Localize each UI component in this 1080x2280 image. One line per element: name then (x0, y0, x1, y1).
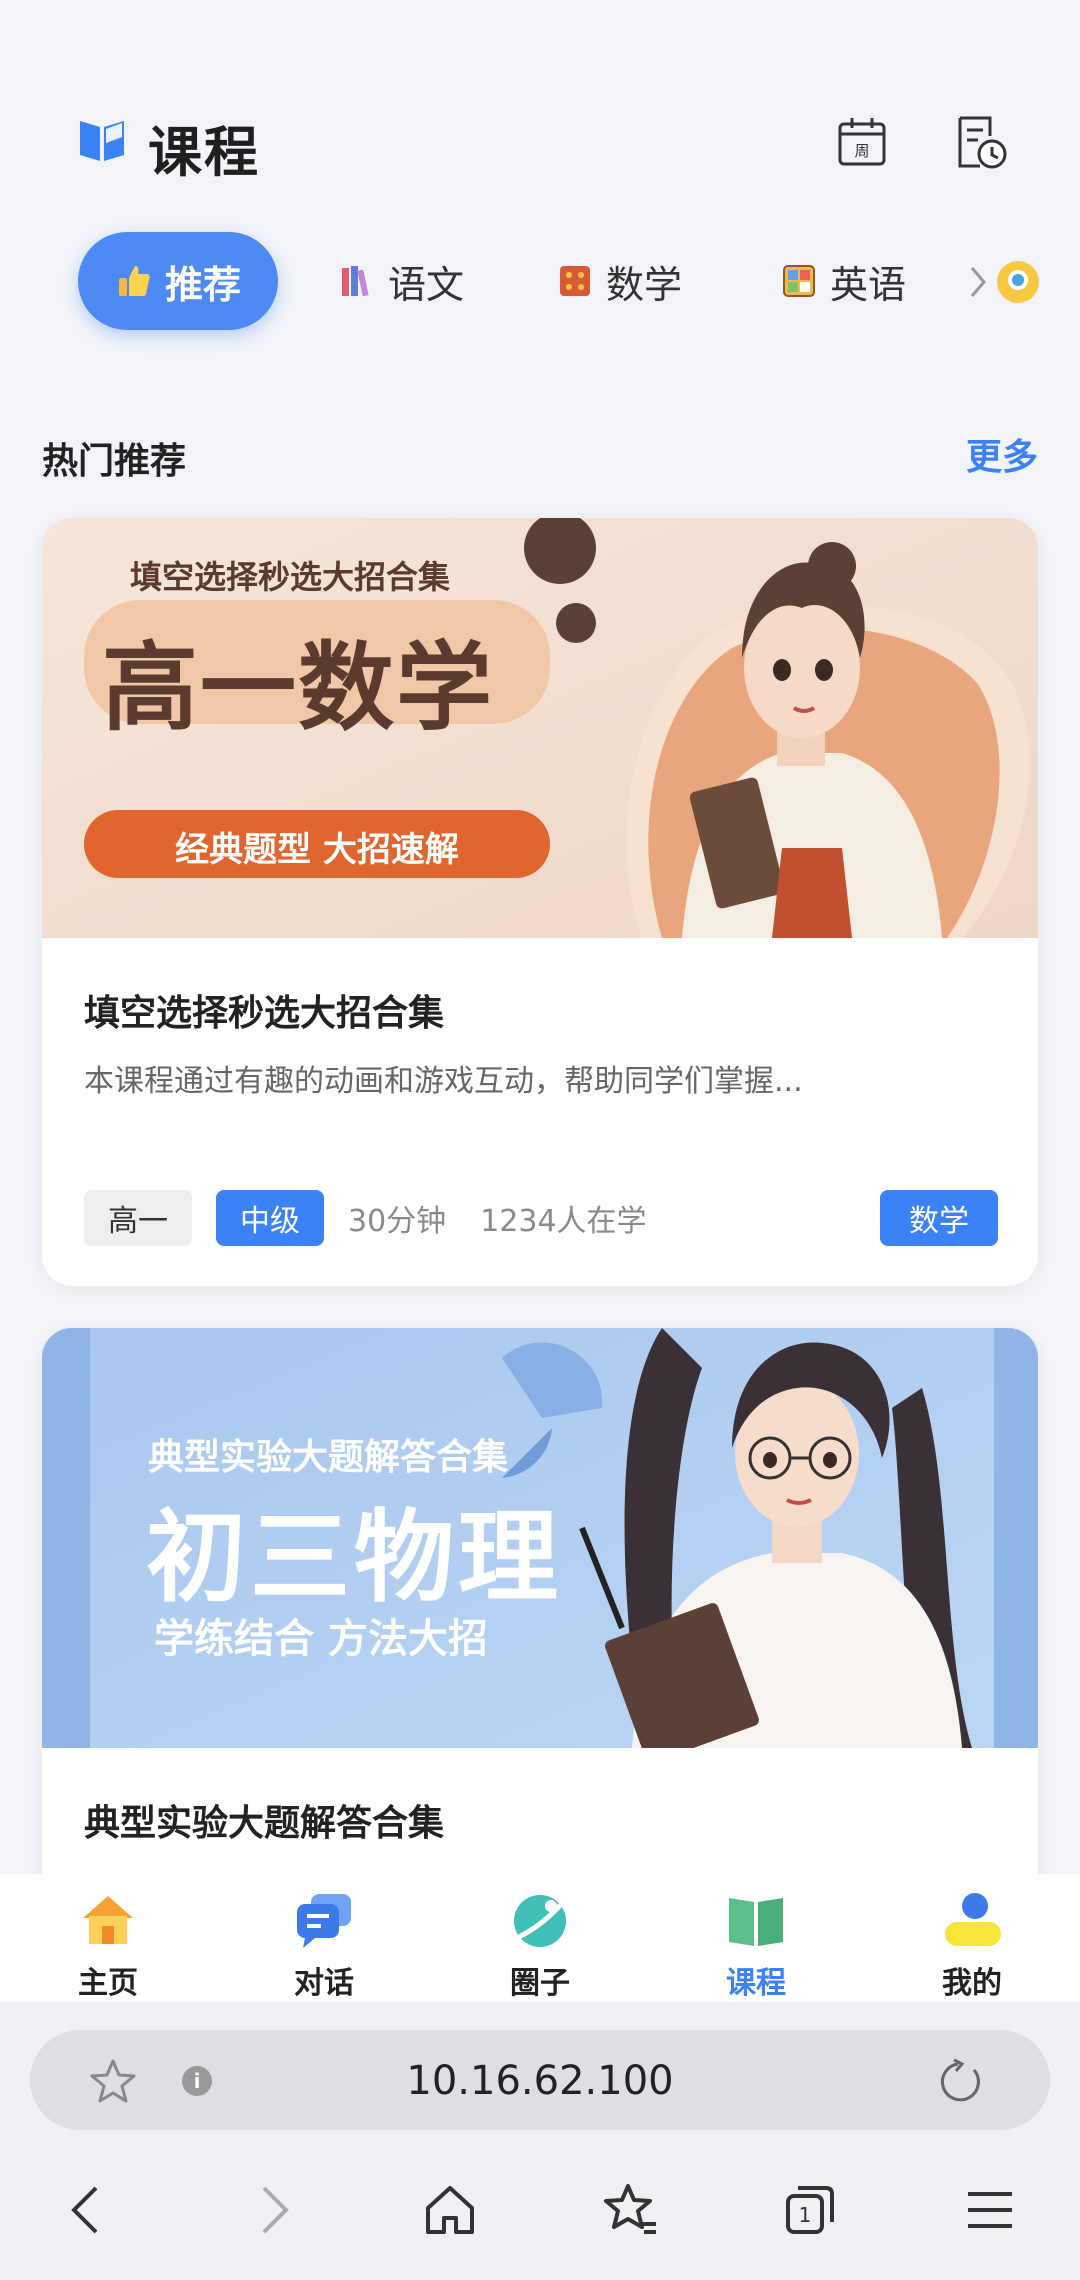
chevron-right-icon[interactable] (966, 262, 990, 302)
app-header: 课程 周 (0, 0, 1080, 210)
banner-pill: 经典题型 大招速解 (175, 830, 459, 870)
weekly-calendar-icon[interactable]: 周 (832, 112, 892, 172)
svg-text:1: 1 (799, 2203, 812, 2227)
tab-label: 推荐 (164, 262, 241, 307)
course-description: 本课程通过有趣的动画和游戏互动，帮助同学们掌握... (84, 1064, 803, 1099)
tab-math[interactable]: 数学 (556, 232, 682, 330)
nav-item-chat[interactable]: 对话 (216, 1874, 432, 2002)
tabs-icon[interactable]: 1 (780, 2180, 840, 2240)
bottom-navigation: 主页 对话 圈子 课程 我的 (0, 1874, 1080, 2002)
planet-icon (514, 1895, 567, 1947)
abacus-icon (560, 266, 590, 296)
subject-tag: 数学 (880, 1190, 998, 1246)
nav-item-profile[interactable]: 我的 (864, 1874, 1080, 2002)
chat-icon (297, 1894, 351, 1948)
home-icon (83, 1896, 133, 1944)
nav-label: 对话 (294, 1966, 354, 2001)
subject-tabs: 推荐 语文 数学 英语 (0, 232, 1080, 332)
nav-label: 主页 (78, 1966, 138, 2001)
menu-icon[interactable] (960, 2180, 1020, 2240)
course-banner: 填空选择秒选大招合集 高一数学 经典题型 大招速解 (42, 518, 1038, 938)
course-banner: 典型实验大题解答合集 初三物理 学练结合 方法大招 (42, 1328, 1038, 1748)
history-icon[interactable] (950, 112, 1010, 172)
nav-item-community[interactable]: 圈子 (432, 1874, 648, 2002)
page-title: 课程 (148, 121, 260, 184)
section-title: 热门推荐 (42, 441, 187, 482)
book-icon (729, 1898, 783, 1946)
browser-chrome: i 10.16.62.100 1 (0, 2002, 1080, 2280)
level-tag: 中级 (216, 1190, 324, 1246)
course-card[interactable]: 典型实验大题解答合集 初三物理 学练结合 方法大招 典型实验大题解答合集 本课程… (42, 1328, 1038, 1928)
banner-headline: 高一数学 (102, 632, 494, 744)
home-browser-icon[interactable] (420, 2180, 480, 2240)
back-icon[interactable] (58, 2180, 118, 2240)
duration-text: 30分钟 (348, 1204, 447, 1239)
forward-icon[interactable] (242, 2180, 302, 2240)
tab-label: 语文 (388, 262, 465, 307)
grade-tag: 高一 (84, 1190, 192, 1246)
course-meta: 高一 中级 30分钟 1234人在学 (84, 1190, 681, 1246)
thumbs-up-icon (118, 266, 150, 296)
banner-headline: 初三物理 (146, 1499, 562, 1616)
tab-english[interactable]: 英语 (780, 232, 906, 330)
course-title: 填空选择秒选大招合集 (84, 993, 445, 1034)
tab-recommend[interactable]: 推荐 (78, 232, 278, 330)
course-logo-icon (80, 121, 124, 161)
nav-item-courses[interactable]: 课程 (648, 1874, 864, 2002)
svg-text:周: 周 (854, 142, 869, 160)
nav-label: 我的 (942, 1966, 1002, 2001)
url-text[interactable]: 10.16.62.100 (30, 2058, 1050, 2104)
nav-label: 课程 (726, 1966, 786, 2001)
address-bar[interactable]: i 10.16.62.100 (30, 2030, 1050, 2130)
banner-pill: 学练结合 方法大招 (154, 1616, 488, 1662)
course-title: 典型实验大题解答合集 (84, 1803, 445, 1844)
abc-blocks-icon (783, 265, 815, 297)
assistant-avatar-icon[interactable] (996, 260, 1040, 304)
profile-icon (945, 1893, 1001, 1946)
banner-subtitle: 典型实验大题解答合集 (148, 1437, 509, 1478)
more-link[interactable]: 更多 (966, 428, 1038, 480)
reload-icon[interactable] (936, 2056, 986, 2106)
course-card[interactable]: 填空选择秒选大招合集 高一数学 经典题型 大招速解 填空选择秒选大招合集 本课程… (42, 518, 1038, 1286)
books-icon (342, 266, 369, 297)
nav-item-home[interactable]: 主页 (0, 1874, 216, 2002)
tab-label: 英语 (830, 262, 907, 307)
nav-label: 圈子 (510, 1966, 570, 2001)
tab-chinese[interactable]: 语文 (338, 232, 464, 330)
bookmarks-icon[interactable] (600, 2180, 660, 2240)
banner-subtitle: 填空选择秒选大招合集 (130, 558, 451, 596)
tab-label: 数学 (606, 262, 683, 307)
learners-text: 1234人在学 (480, 1204, 647, 1239)
